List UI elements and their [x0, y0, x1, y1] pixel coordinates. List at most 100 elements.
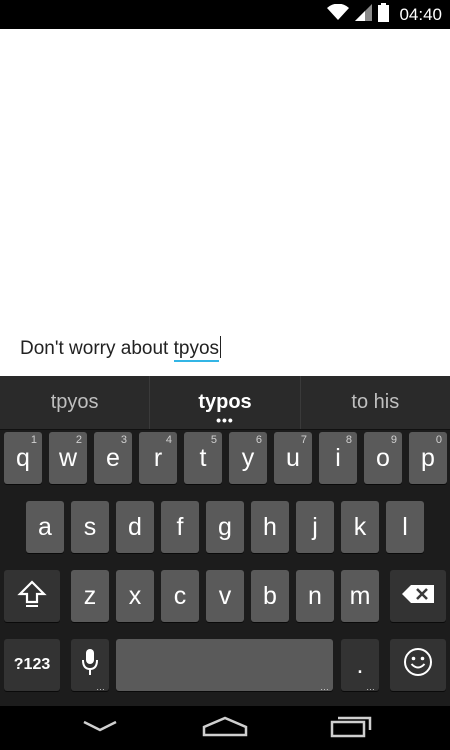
- key-k[interactable]: k: [341, 501, 379, 553]
- key-label: n: [308, 581, 322, 610]
- recents-button[interactable]: [322, 714, 382, 742]
- key-n[interactable]: n: [296, 570, 334, 622]
- key-label: y: [241, 443, 255, 472]
- text-cursor: [220, 336, 222, 358]
- status-time: 04:40: [399, 4, 442, 24]
- key-e[interactable]: e3: [94, 432, 132, 484]
- key-b[interactable]: b: [251, 570, 289, 622]
- key-t[interactable]: t5: [184, 432, 222, 484]
- key-z[interactable]: z: [71, 570, 109, 622]
- home-button[interactable]: [195, 714, 255, 742]
- key-number-hint: 1: [30, 434, 37, 446]
- suggestion-strip: tpyos typos ••• to his: [0, 376, 450, 430]
- navigation-bar: [0, 706, 450, 750]
- key-l[interactable]: l: [386, 501, 424, 553]
- key-c[interactable]: c: [161, 570, 199, 622]
- key-label: m: [349, 581, 371, 610]
- key-p[interactable]: p0: [409, 432, 447, 484]
- key-m[interactable]: m: [341, 570, 379, 622]
- key-label: a: [38, 512, 52, 541]
- key-s[interactable]: s: [71, 501, 109, 553]
- key-label: f: [176, 512, 184, 541]
- text-editor[interactable]: Don't worry about tpyos: [0, 29, 450, 376]
- key-number-hint: 7: [300, 434, 307, 446]
- key-f[interactable]: f: [161, 501, 199, 553]
- key-label: k: [353, 512, 367, 541]
- symbols-key[interactable]: ?123: [4, 639, 60, 691]
- key-y[interactable]: y6: [229, 432, 267, 484]
- home-icon: [201, 714, 249, 743]
- key-number-hint: 3: [120, 434, 127, 446]
- key-x[interactable]: x: [116, 570, 154, 622]
- key-label: j: [312, 512, 318, 541]
- more-options-indicator: …: [96, 682, 105, 692]
- key-g[interactable]: g: [206, 501, 244, 553]
- wifi-icon: [327, 3, 350, 26]
- key-label: s: [83, 512, 97, 541]
- space-bar[interactable]: …: [116, 639, 333, 692]
- key-i[interactable]: i8: [319, 432, 357, 484]
- signal-icon: [355, 3, 373, 26]
- key-label: h: [263, 512, 277, 541]
- editor-text[interactable]: Don't worry about tpyos: [20, 336, 222, 362]
- misspelled-word[interactable]: tpyos: [173, 338, 220, 362]
- key-label: t: [199, 443, 207, 472]
- key-label: r: [153, 443, 163, 472]
- key-a[interactable]: a: [26, 501, 64, 553]
- shift-icon: [17, 578, 47, 615]
- key-d[interactable]: d: [116, 501, 154, 553]
- more-suggestions-indicator: •••: [216, 412, 234, 428]
- key-w[interactable]: w2: [49, 432, 87, 484]
- suggestion-label: tpyos: [50, 391, 99, 413]
- status-icons: 04:40: [327, 0, 442, 29]
- microphone-icon: [81, 648, 99, 683]
- key-label: o: [376, 443, 390, 472]
- key-o[interactable]: o9: [364, 432, 402, 484]
- key-number-hint: 0: [435, 434, 442, 446]
- key-label: i: [335, 443, 341, 472]
- key-number-hint: 2: [75, 434, 82, 446]
- soft-keyboard: tpyos typos ••• to his q1w2e3r4t5y6u7i8o9…: [0, 376, 450, 706]
- key-number-hint: 6: [255, 434, 262, 446]
- battery-icon: [378, 2, 390, 27]
- key-label: z: [83, 581, 97, 610]
- back-icon: [80, 716, 120, 741]
- key-label: q: [16, 443, 30, 472]
- editor-text-before: Don't worry about: [20, 338, 174, 359]
- suggestion-center[interactable]: typos •••: [149, 376, 299, 429]
- key-q[interactable]: q1: [4, 432, 42, 484]
- key-number-hint: 8: [345, 434, 352, 446]
- suggestion-label: typos: [198, 391, 252, 413]
- key-label: d: [128, 512, 142, 541]
- more-options-indicator: …: [320, 682, 329, 692]
- recents-icon: [330, 713, 374, 744]
- key-label: c: [173, 581, 187, 610]
- backspace-icon: [401, 582, 435, 611]
- voice-input-key[interactable]: …: [71, 639, 109, 692]
- key-r[interactable]: r4: [139, 432, 177, 484]
- key-number-hint: 9: [390, 434, 397, 446]
- key-label: b: [263, 581, 277, 610]
- key-j[interactable]: j: [296, 501, 334, 553]
- emoji-key[interactable]: [390, 639, 446, 691]
- key-label: x: [128, 581, 142, 610]
- suggestion-right[interactable]: to his: [299, 376, 450, 429]
- shift-key[interactable]: [4, 570, 60, 622]
- key-h[interactable]: h: [251, 501, 289, 553]
- key-label: v: [218, 581, 232, 610]
- suggestion-left[interactable]: tpyos: [0, 376, 149, 429]
- key-number-hint: 5: [210, 434, 217, 446]
- delete-key[interactable]: [390, 570, 446, 622]
- status-bar: 04:40: [0, 0, 450, 29]
- back-button[interactable]: [70, 714, 130, 742]
- key-number-hint: 4: [165, 434, 172, 446]
- key-label: e: [106, 443, 120, 472]
- more-options-indicator: …: [366, 682, 375, 692]
- key-label: p: [421, 443, 435, 472]
- suggestion-label: to his: [351, 391, 400, 413]
- key-v[interactable]: v: [206, 570, 244, 622]
- period-key[interactable]: .…: [341, 639, 379, 692]
- key-label: ?123: [13, 656, 51, 673]
- key-label: .: [356, 650, 364, 679]
- key-u[interactable]: u7: [274, 432, 312, 484]
